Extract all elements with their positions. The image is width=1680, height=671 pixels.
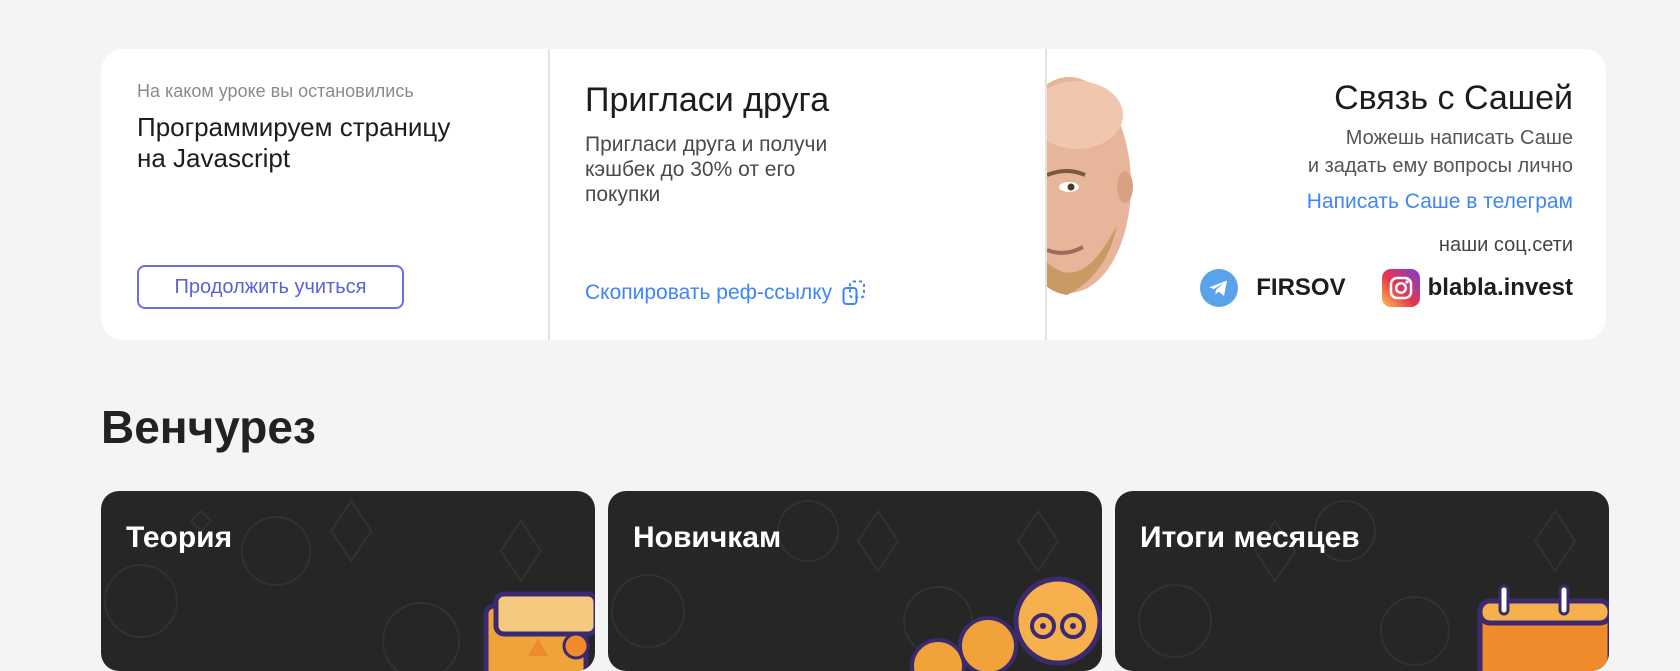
social-telegram-name: FIRSOV (1256, 274, 1346, 301)
course-card-beginners[interactable]: Новичкам (608, 491, 1102, 671)
last-lesson-title: Программируем страницу на Javascript (137, 112, 451, 173)
course-title-beginners: Новичкам (633, 521, 782, 554)
telegram-icon (1200, 269, 1239, 307)
invite-description: Пригласи друга и получи кэшбек до 30% от… (585, 133, 828, 206)
last-lesson-hint: На каком уроке вы остановились (137, 81, 414, 101)
social-telegram[interactable]: FIRSOV (1200, 269, 1346, 307)
course-card-monthly-results[interactable]: Итоги месяцев (1115, 491, 1609, 671)
section-title: Венчурез (101, 401, 316, 453)
instagram-icon (1381, 269, 1420, 307)
social-instagram-name: blabla.invest (1427, 274, 1573, 301)
social-instagram[interactable]: blabla.invest (1381, 269, 1573, 307)
contact-panel: Связь с Сашей Можешь написать Саше и зад… (1047, 49, 1606, 340)
last-lesson-panel: На каком уроке вы остановились Программи… (101, 49, 550, 340)
calendar-illustration (1477, 584, 1609, 671)
course-title-theory: Теория (126, 521, 233, 554)
continue-learning-button[interactable]: Продолжить учиться (137, 265, 404, 309)
copy-ref-link[interactable]: Скопировать реф-ссылку (585, 280, 866, 306)
telegram-write-link[interactable]: Написать Саше в телеграм (1307, 190, 1573, 214)
people-illustration (910, 576, 1102, 671)
invite-friend-panel: Пригласи друга Пригласи друга и получи к… (550, 49, 1047, 340)
book-illustration (483, 591, 595, 671)
invite-title: Пригласи друга (585, 81, 830, 119)
copy-icon (842, 280, 866, 305)
copy-ref-link-label: Скопировать реф-ссылку (585, 281, 833, 304)
course-cards: Теория Новичкам Итоги месяцев (101, 491, 1609, 671)
top-info-card: На каком уроке вы остановились Программи… (101, 49, 1606, 340)
course-title-monthly-results: Итоги месяцев (1140, 521, 1360, 554)
course-card-theory[interactable]: Теория (101, 491, 595, 671)
sasha-photo (1047, 75, 1137, 300)
